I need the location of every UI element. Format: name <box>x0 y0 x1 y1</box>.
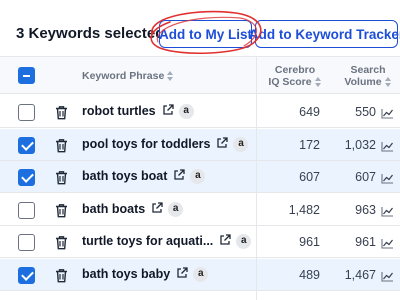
search-volume-value: 550 <box>355 105 376 119</box>
keyword-text[interactable]: turtle toys for aquati... <box>82 234 213 248</box>
table-row[interactable]: robot turtles a 649 550 <box>0 96 400 128</box>
iq-score-value: 649 <box>299 105 320 119</box>
row-checkbox[interactable] <box>18 201 35 219</box>
search-volume-value: 1,032 <box>344 137 376 152</box>
table-header: Keyword Phrase Cerebro IQ Score Search V… <box>0 56 400 94</box>
iq-score-value: 489 <box>299 267 320 282</box>
row-checkbox[interactable] <box>18 136 35 154</box>
keyword-text[interactable]: pool toys for toddlers <box>82 137 210 151</box>
cerebro-iq-score-header[interactable]: Cerebro IQ Score <box>260 64 330 88</box>
row-checkbox[interactable] <box>18 266 35 284</box>
trend-line-icon[interactable] <box>381 106 394 124</box>
table-row[interactable]: bath toys boat a 607 607 <box>0 161 400 193</box>
add-to-keyword-tracker-button[interactable]: Add to Keyword Tracker <box>249 20 400 48</box>
table-row[interactable]: bath boats a 1,482 963 <box>0 194 400 226</box>
search-volume-label-2: Volume <box>344 76 382 88</box>
external-link-icon[interactable] <box>219 234 231 249</box>
add-to-my-list-button[interactable]: Add to My List <box>159 20 252 48</box>
keyword-cell: turtle toys for aquati... a <box>82 234 252 250</box>
keyword-phrase-label: Keyword Phrase <box>82 70 165 82</box>
keyword-text[interactable]: robot turtles <box>82 104 156 118</box>
search-volume-label-1: Search <box>350 64 386 76</box>
trend-line-icon[interactable] <box>381 204 394 222</box>
select-all-checkbox[interactable] <box>18 67 35 84</box>
trend-line-icon[interactable] <box>381 269 394 287</box>
external-link-icon[interactable] <box>151 202 163 217</box>
sort-icon[interactable] <box>384 76 392 88</box>
amazon-icon[interactable]: a <box>168 201 184 217</box>
trash-icon[interactable] <box>55 203 68 223</box>
iq-score-value: 1,482 <box>288 202 320 217</box>
search-volume-label-row: Volume <box>338 76 398 88</box>
table-row[interactable]: bath toys baby a 489 1,467 <box>0 258 400 291</box>
keyword-text[interactable]: bath toys baby <box>82 267 170 281</box>
row-checkbox[interactable] <box>18 104 35 121</box>
trend-line-icon[interactable] <box>381 171 394 189</box>
selection-toolbar: 3 Keywords selected Add to My List Add t… <box>0 0 400 56</box>
keyword-cell: bath boats a <box>82 201 184 217</box>
iq-score-label-1: Cerebro <box>274 64 316 76</box>
amazon-icon[interactable]: a <box>233 136 249 152</box>
iq-score-label-row: IQ Score <box>260 76 330 88</box>
keyword-cell: robot turtles a <box>82 104 194 120</box>
column-divider <box>256 56 257 300</box>
keyword-cell: bath toys boat a <box>82 169 206 185</box>
selected-count-text: 3 Keywords selected <box>16 25 165 42</box>
external-link-icon[interactable] <box>216 137 229 152</box>
search-volume-header[interactable]: Search Volume <box>338 64 398 88</box>
external-link-icon[interactable] <box>173 169 186 184</box>
search-volume-value: 607 <box>355 170 376 184</box>
amazon-icon[interactable]: a <box>236 234 252 250</box>
keyword-phrase-header[interactable]: Keyword Phrase <box>82 70 174 82</box>
search-volume-value: 963 <box>355 202 376 217</box>
sort-icon[interactable] <box>167 70 174 82</box>
trash-icon[interactable] <box>55 268 68 288</box>
iq-score-label-2: IQ Score <box>268 76 312 88</box>
trend-line-icon[interactable] <box>381 236 394 254</box>
trash-icon[interactable] <box>55 170 68 190</box>
iq-score-value: 961 <box>299 235 320 249</box>
keyword-table: Keyword Phrase Cerebro IQ Score Search V… <box>0 56 400 300</box>
keyword-text[interactable]: bath toys boat <box>82 169 167 183</box>
table-row[interactable]: turtle toys for aquati... a 961 961 <box>0 226 400 258</box>
keyword-cell: bath toys baby a <box>82 266 209 282</box>
sort-icon[interactable] <box>314 76 322 88</box>
iq-score-value: 172 <box>299 137 320 152</box>
iq-score-value: 607 <box>299 170 320 184</box>
search-volume-value: 961 <box>355 235 376 249</box>
table-row[interactable]: pool toys for toddlers a 172 1,032 <box>0 128 400 161</box>
keyword-text[interactable]: bath boats <box>82 202 145 216</box>
amazon-icon[interactable]: a <box>178 104 194 120</box>
keyword-cell: pool toys for toddlers a <box>82 136 249 152</box>
trash-icon[interactable] <box>55 105 68 125</box>
search-volume-value: 1,467 <box>344 267 376 282</box>
trash-icon[interactable] <box>55 138 68 158</box>
trend-line-icon[interactable] <box>381 139 394 157</box>
amazon-icon[interactable]: a <box>193 266 209 282</box>
amazon-icon[interactable]: a <box>190 169 206 185</box>
external-link-icon[interactable] <box>176 267 188 282</box>
trash-icon[interactable] <box>55 235 68 255</box>
row-checkbox[interactable] <box>18 169 35 186</box>
row-checkbox[interactable] <box>18 234 35 251</box>
external-link-icon[interactable] <box>162 104 174 119</box>
